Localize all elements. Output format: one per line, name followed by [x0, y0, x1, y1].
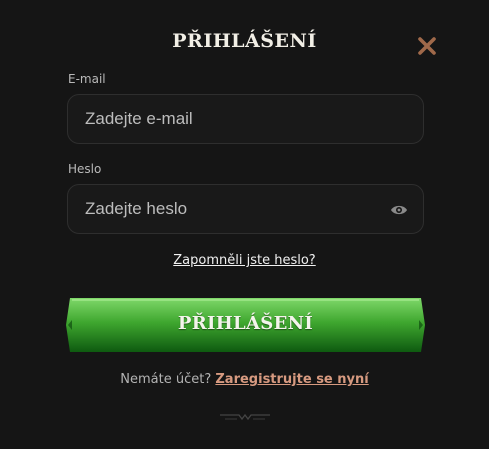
signup-row: Nemáte účet? Zaregistrujte se nyní: [0, 372, 489, 387]
login-modal: PŘIHLÁŠENÍ E-mail Heslo Zapomněli jste h…: [0, 0, 489, 449]
forgot-password-row: Zapomněli jste heslo?: [0, 253, 489, 268]
forgot-password-link[interactable]: Zapomněli jste heslo?: [173, 253, 315, 268]
eye-icon[interactable]: [390, 202, 408, 216]
signup-prompt: Nemáte účet?: [120, 372, 212, 387]
ornament-divider-icon: [219, 409, 271, 423]
signup-link[interactable]: Zaregistrujte se nyní: [215, 372, 368, 387]
email-field-wrapper: [67, 94, 424, 144]
login-button-label: PŘIHLÁŠENÍ: [177, 313, 314, 334]
password-input[interactable]: [68, 185, 423, 233]
email-label: E-mail: [68, 72, 106, 86]
close-icon[interactable]: [414, 33, 440, 59]
password-label: Heslo: [68, 162, 102, 176]
password-field-wrapper: [67, 184, 424, 234]
login-button[interactable]: PŘIHLÁŠENÍ: [66, 296, 425, 354]
email-input[interactable]: [68, 95, 423, 143]
